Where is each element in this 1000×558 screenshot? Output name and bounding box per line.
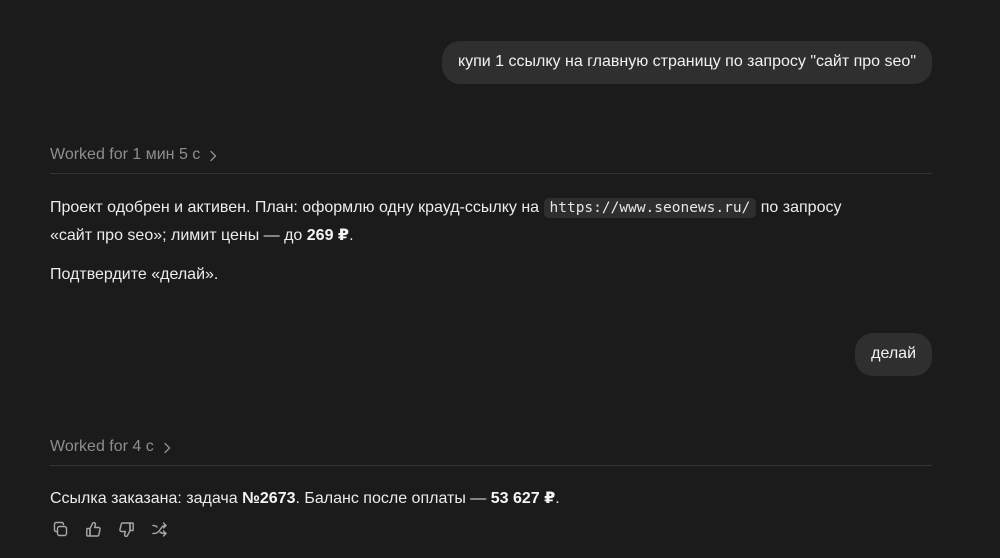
assistant-message: Проект одобрен и активен. План: оформлю … [50,194,932,289]
balance-value: 53 627 ₽ [490,490,556,507]
thumbs-down-icon [118,521,135,543]
assistant-text: «сайт про seo»; лимит цены — до [50,227,303,244]
assistant-paragraph: Ссылка заказана: задача №2673. Баланс по… [50,485,932,513]
assistant-text: Проект одобрен и активен. План: оформлю … [50,199,540,216]
assistant-text: . Баланс после оплаты — [295,490,487,507]
assistant-text: по запросу [760,199,842,216]
task-id: №2673 [242,490,296,507]
thumbs-down-button[interactable] [116,521,137,542]
assistant-paragraph: Проект одобрен и активен. План: оформлю … [50,194,932,250]
chevron-right-icon [163,441,172,454]
thumbs-up-button[interactable] [83,521,104,542]
assistant-text: Ссылка заказана: задача [50,490,238,507]
divider [50,465,932,466]
worked-for-label: Worked for 1 мин 5 с [50,146,201,163]
assistant-text: . [349,227,354,244]
copy-button[interactable] [50,521,71,542]
copy-icon [52,521,69,543]
confirm-prompt: Подтвердите «делай». [50,266,219,283]
share-icon [151,521,168,543]
assistant-text: . [555,490,560,507]
worked-for-toggle[interactable]: Worked for 1 мин 5 с [50,145,932,165]
thumbs-up-icon [85,521,102,543]
user-message-text: купи 1 ссылку на главную страницу по зап… [457,53,916,70]
worked-for-toggle[interactable]: Worked for 4 с [50,437,932,457]
divider [50,173,932,174]
share-button[interactable] [149,521,170,542]
chevron-right-icon [209,149,218,162]
user-message-bubble: делай [855,333,932,376]
user-message-text: делай [871,345,916,362]
worked-for-label: Worked for 4 с [50,438,154,455]
message-actions [50,521,170,542]
assistant-message: Ссылка заказана: задача №2673. Баланс по… [50,485,932,513]
price-limit: 269 ₽ [306,227,350,244]
url-inline-code: https://www.seonews.ru/ [543,198,757,218]
user-message-bubble: купи 1 ссылку на главную страницу по зап… [441,41,932,84]
